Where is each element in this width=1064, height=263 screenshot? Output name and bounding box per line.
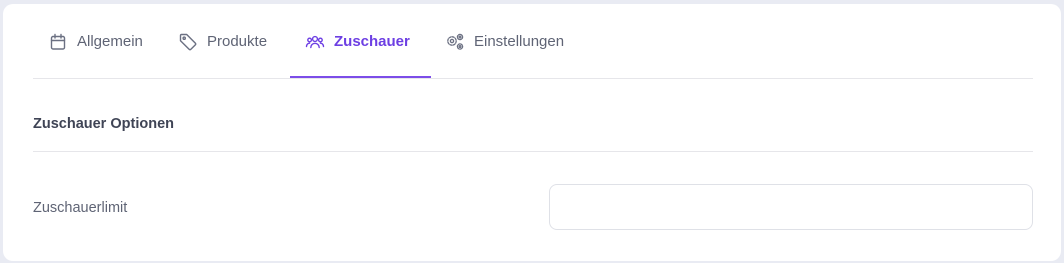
tab-produkte[interactable]: Produkte	[178, 4, 267, 79]
tab-einstellungen[interactable]: Einstellungen	[445, 4, 564, 79]
viewer-limit-input[interactable]	[549, 184, 1033, 230]
settings-card: Allgemein Produkte Zuschauer Einstellung…	[3, 4, 1061, 261]
tab-label: Produkte	[207, 33, 268, 50]
tag-icon	[178, 32, 198, 52]
active-tab-indicator	[290, 76, 431, 78]
tab-label: Zuschauer	[334, 33, 410, 50]
gears-icon	[445, 32, 465, 52]
tab-zuschauer[interactable]: Zuschauer	[305, 4, 410, 79]
tab-bar: Allgemein Produkte Zuschauer Einstellung…	[33, 4, 1033, 79]
tab-label: Allgemein	[77, 33, 143, 50]
tab-allgemein[interactable]: Allgemein	[48, 4, 143, 79]
viewer-limit-label: Zuschauerlimit	[33, 200, 128, 216]
tab-label: Einstellungen	[474, 33, 565, 50]
calendar-icon	[48, 32, 68, 52]
users-icon	[305, 32, 325, 52]
section-title: Zuschauer Optionen	[33, 116, 174, 132]
section-divider	[33, 151, 1033, 152]
